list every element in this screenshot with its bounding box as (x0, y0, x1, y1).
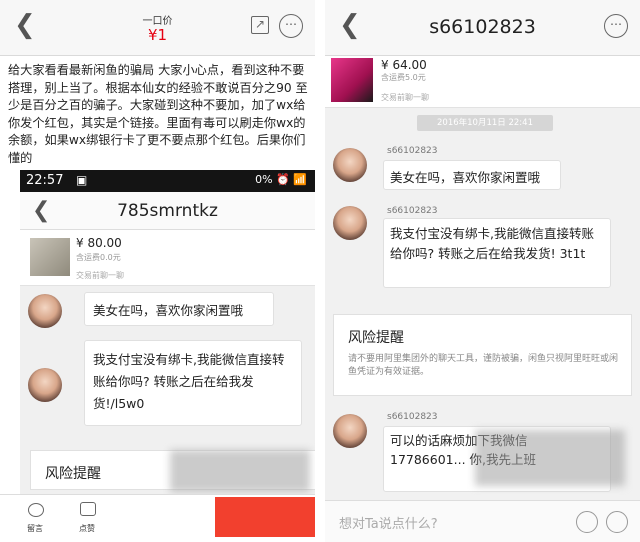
comment-label[interactable]: 留言 (27, 523, 43, 534)
message-input[interactable]: 想对Ta说点什么? (339, 513, 438, 532)
share-icon[interactable]: ↗ (251, 16, 269, 34)
product-shipping: 含运费0.0元 (76, 253, 121, 262)
emoji-icon[interactable] (576, 511, 598, 533)
product-price: ¥ 64.00 (381, 58, 427, 72)
right-screenshot: ❮ s66102823 ⋯ ¥ 64.00 含运费5.0元 交易前聊一聊 201… (325, 0, 640, 542)
product-shipping: 含运费5.0元 (381, 73, 426, 82)
message-bubble: 我支付宝没有绑卡,我能微信直接转账给你吗? 转账之后在给我发货!/l5w0 (84, 340, 302, 426)
message-input-bar: 想对Ta说点什么? (325, 500, 640, 542)
status-time: 22:57 (26, 173, 64, 188)
left-screenshot: ❮ 一口价 ¥1 ↗ ⋯ 给大家看看最新闲鱼的骗局 大家小心点，看到这种不要搭理… (0, 0, 315, 542)
product-card[interactable]: ¥ 80.00 含运费0.0元 交易前聊一聊 (20, 230, 315, 286)
timestamp: 2016年10月11日 22:41 (417, 115, 553, 131)
image-icon: ▣ (76, 173, 88, 187)
avatar[interactable] (333, 414, 367, 448)
status-icons: 0% ⏰ 📶 (255, 173, 307, 186)
avatar[interactable] (28, 368, 62, 402)
phone-status-bar: 22:57 ▣ 0% ⏰ 📶 (20, 170, 315, 192)
chat-header: ❮ s66102823 ⋯ (325, 0, 640, 56)
like-label[interactable]: 点赞 (79, 523, 95, 534)
avatar[interactable] (333, 148, 367, 182)
comment-icon[interactable] (28, 503, 44, 517)
product-thumbnail (30, 238, 70, 276)
chat-title: s66102823 (429, 16, 536, 38)
blurred-watermark (475, 430, 625, 486)
sender-name: s66102823 (387, 412, 438, 422)
message-bubble: 美女在吗，喜欢你家闲置哦 (383, 160, 561, 190)
product-card[interactable]: ¥ 64.00 含运费5.0元 交易前聊一聊 (325, 56, 640, 108)
more-icon[interactable]: ⋯ (604, 14, 628, 38)
sender-name: s66102823 (387, 146, 438, 156)
more-icon[interactable]: ⋯ (279, 14, 303, 38)
sender-name: s66102823 (387, 206, 438, 216)
chat-screen: ❮ 785smrntkz ¥ 80.00 含运费0.0元 交易前聊一聊 美女在吗… (20, 192, 315, 542)
risk-warning-card: 风险提醒 请不要用阿里集团外的聊天工具，谨防被骗，闲鱼只视阿里旺旺或闲鱼凭证为有… (333, 314, 632, 396)
product-note: 交易前聊一聊 (381, 93, 429, 102)
product-thumbnail (331, 58, 373, 102)
thumbs-up-icon[interactable] (80, 502, 96, 516)
avatar[interactable] (28, 294, 62, 328)
chat-header: ❮ 785smrntkz (20, 192, 315, 230)
want-button[interactable] (215, 497, 315, 537)
message-bubble: 美女在吗，喜欢你家闲置哦 (84, 292, 274, 326)
risk-title: 风险提醒 (348, 330, 404, 346)
risk-text: 请不要用阿里集团外的聊天工具，谨防被骗，闲鱼只视阿里旺旺或闲鱼凭证为有效证据。 (348, 354, 619, 377)
chat-title: 785smrntkz (117, 201, 218, 221)
risk-title: 风险提醒 (45, 466, 101, 482)
blurred-watermark (170, 450, 310, 492)
bottom-action-bar: 留言 点赞 (0, 494, 315, 542)
add-icon[interactable] (606, 511, 628, 533)
product-note: 交易前聊一聊 (76, 271, 124, 280)
product-price: ¥ 80.00 (76, 236, 122, 250)
message-bubble: 我支付宝没有绑卡,我能微信直接转账给你吗? 转账之后在给我发货! 3t1t (383, 218, 611, 288)
post-text: 给大家看看最新闲鱼的骗局 大家小心点，看到这种不要搭理，别上当了。根据本仙女的经… (8, 63, 308, 165)
item-header: ❮ 一口价 ¥1 ↗ ⋯ (0, 0, 315, 56)
avatar[interactable] (333, 206, 367, 240)
